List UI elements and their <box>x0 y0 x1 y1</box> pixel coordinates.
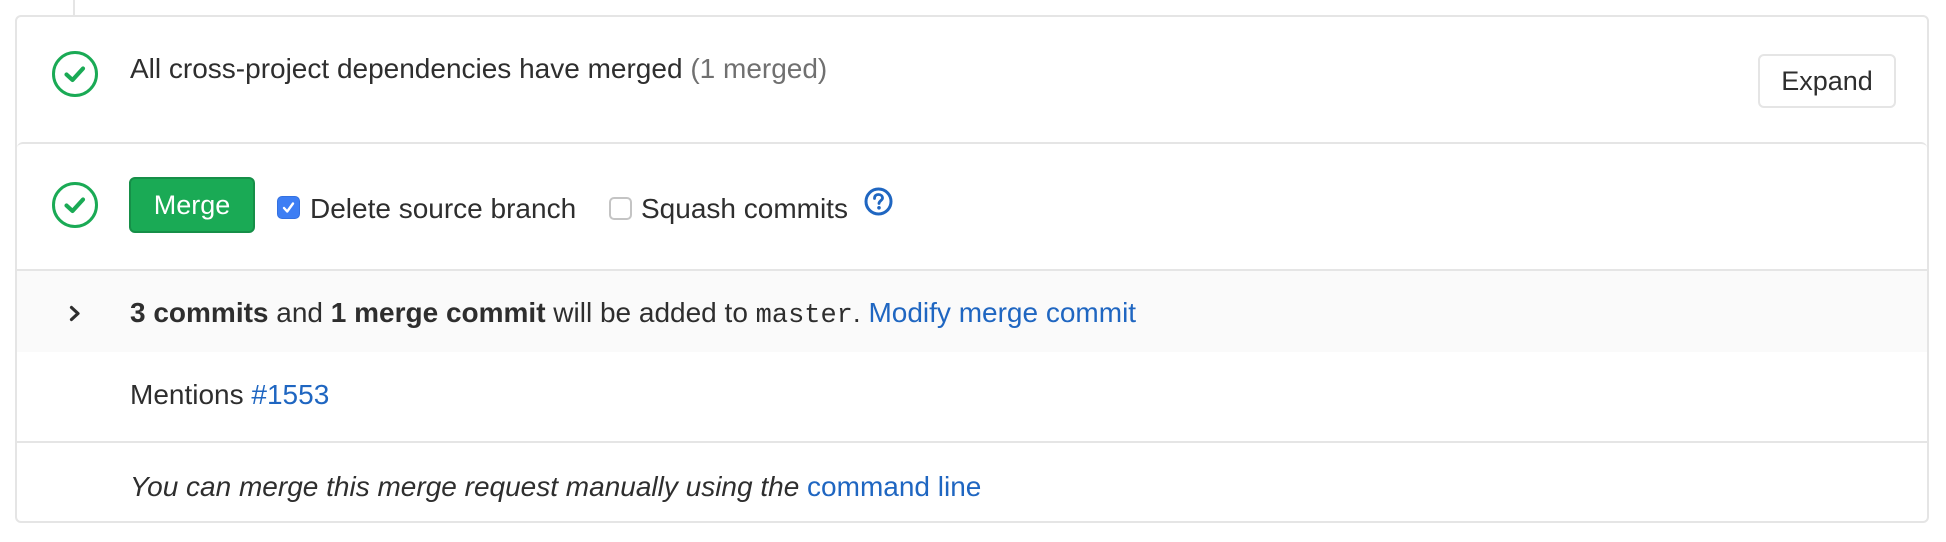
cross-project-dependencies-section: All cross-project dependencies have merg… <box>17 17 1927 142</box>
dependencies-count: (1 merged) <box>690 53 828 84</box>
delete-source-branch-label[interactable]: Delete source branch <box>310 195 576 223</box>
manual-merge-text: You can merge this merge request manuall… <box>130 473 981 501</box>
merge-section: Merge Delete source branch Squash commit… <box>17 142 1927 527</box>
merge-button[interactable]: Merge <box>129 177 255 233</box>
mentions-row: Mentions #1553 <box>130 381 329 409</box>
merge-request-widget: All cross-project dependencies have merg… <box>15 15 1929 523</box>
timeline-line <box>73 0 75 15</box>
manual-merge-footer: You can merge this merge request manuall… <box>17 441 1927 529</box>
delete-source-branch-checkbox[interactable] <box>277 196 300 219</box>
commits-summary-row: 3 commits and 1 merge commit will be add… <box>17 269 1927 352</box>
modify-merge-commit-link[interactable]: Modify merge commit <box>868 297 1136 328</box>
dependencies-message: All cross-project dependencies have merg… <box>130 55 827 83</box>
mentions-label: Mentions <box>130 379 252 410</box>
commits-count: 3 commits <box>130 297 269 328</box>
and-text: and <box>268 297 331 328</box>
squash-commits-checkbox[interactable] <box>609 197 632 220</box>
status-success-icon <box>52 182 98 228</box>
commits-summary-text: 3 commits and 1 merge commit will be add… <box>130 299 1136 330</box>
period: . <box>852 297 861 328</box>
issue-link[interactable]: #1553 <box>251 379 329 410</box>
checkmark-icon <box>282 202 295 213</box>
question-circle-icon[interactable] <box>864 187 893 216</box>
manual-merge-message: You can merge this merge request manuall… <box>130 471 808 502</box>
expand-button[interactable]: Expand <box>1758 54 1896 108</box>
command-line-link[interactable]: command line <box>807 471 981 502</box>
will-be-added-text: will be added to <box>545 297 756 328</box>
target-branch: master <box>755 301 853 331</box>
dependencies-text: All cross-project dependencies have merg… <box>130 53 683 84</box>
status-success-icon <box>52 51 98 97</box>
chevron-right-icon[interactable] <box>68 305 82 322</box>
squash-commits-label[interactable]: Squash commits <box>641 195 848 223</box>
merge-commit-count: 1 merge commit <box>330 297 546 328</box>
